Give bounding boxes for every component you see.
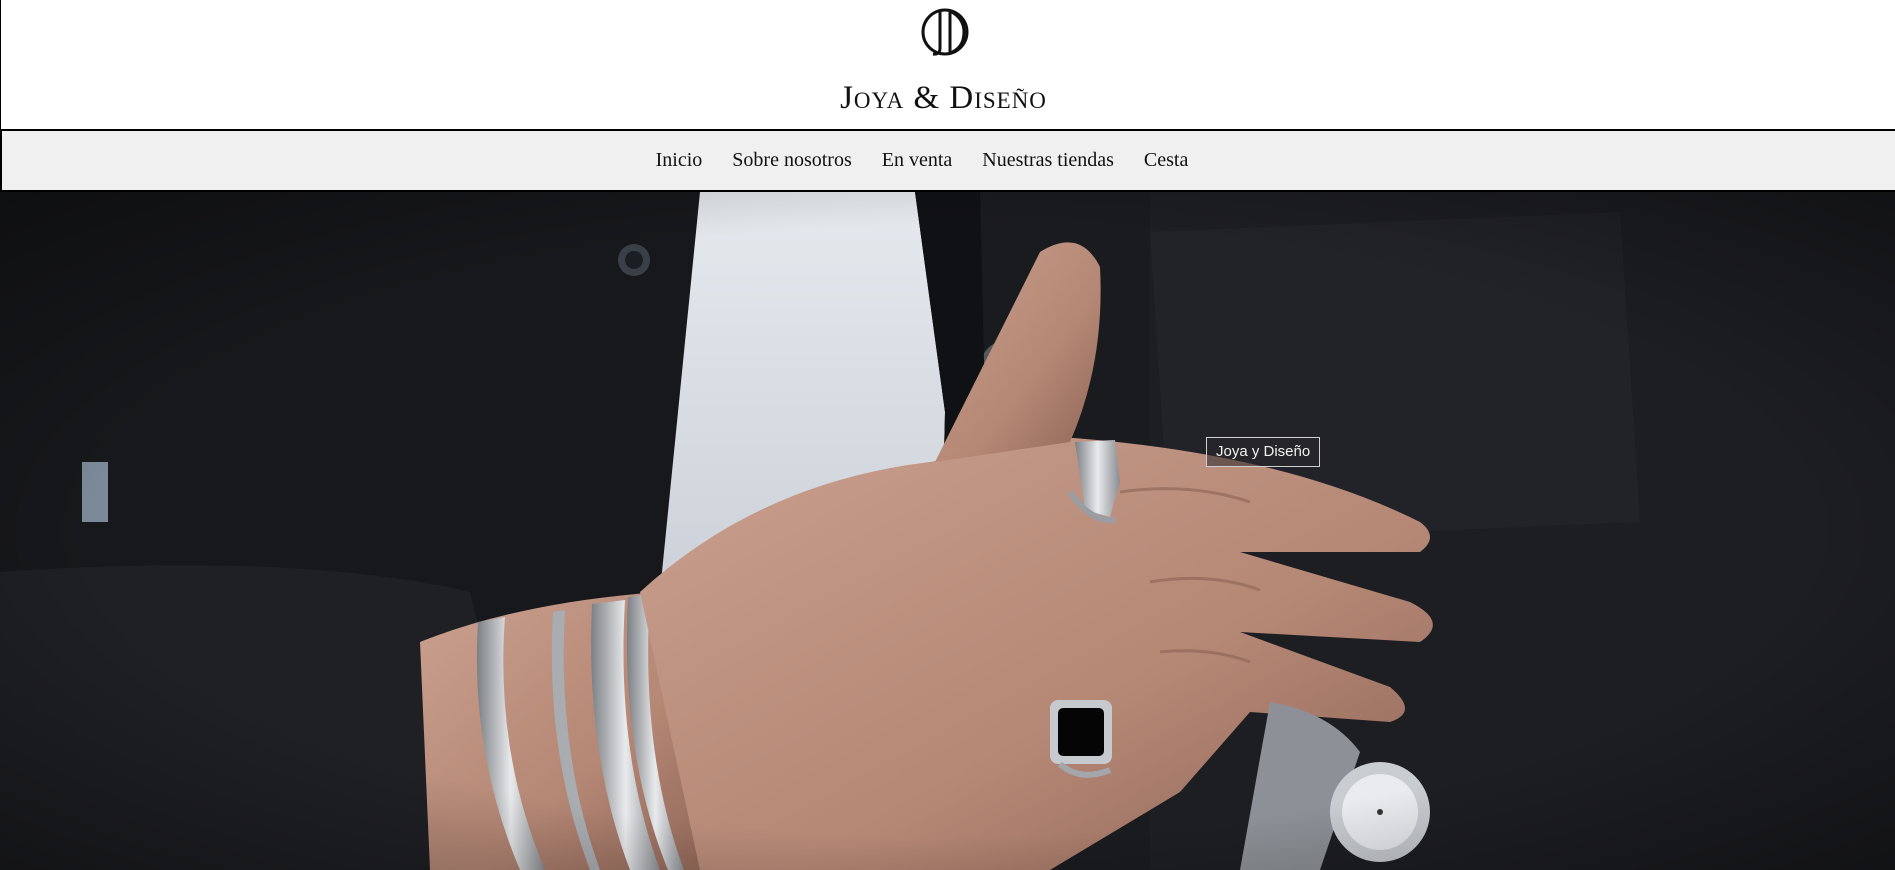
- nav-item-nuestras-tiendas[interactable]: Nuestras tiendas: [967, 149, 1129, 172]
- nav-item-cesta[interactable]: Cesta: [1129, 149, 1203, 172]
- nav-item-inicio[interactable]: Inicio: [641, 149, 718, 172]
- page: Joya & Diseño Inicio Sobre nosotros En v…: [0, 0, 1895, 870]
- jd-monogram-icon[interactable]: [920, 4, 970, 60]
- nav-item-en-venta[interactable]: En venta: [867, 149, 968, 172]
- nav-item-sobre-nosotros[interactable]: Sobre nosotros: [717, 149, 866, 172]
- hero-section: Joya y Diseño: [0, 192, 1895, 870]
- main-nav: Inicio Sobre nosotros En venta Nuestras …: [0, 129, 1895, 192]
- brand-name[interactable]: Joya & Diseño: [1, 78, 1886, 118]
- site-header: Joya & Diseño: [0, 0, 1895, 129]
- nav-list: Inicio Sobre nosotros En venta Nuestras …: [2, 131, 1842, 190]
- hero-image: [0, 192, 1895, 870]
- hero-badge[interactable]: Joya y Diseño: [1206, 437, 1321, 467]
